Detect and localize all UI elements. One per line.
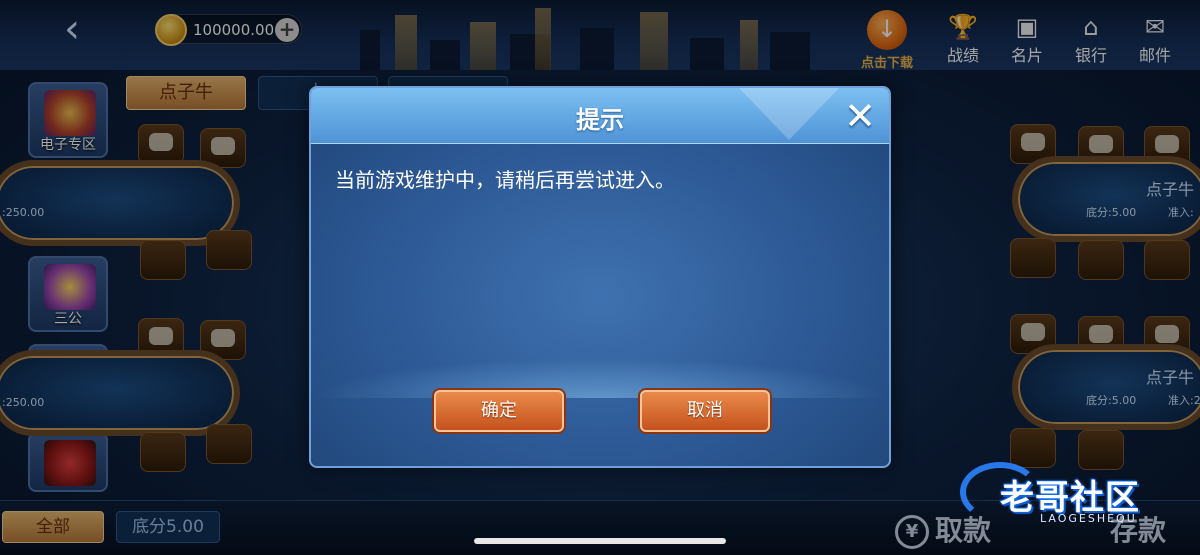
notice-dialog: 提示 ✕ 当前游戏维护中，请稍后再尝试进入。 确定 取消 bbox=[309, 86, 891, 468]
dialog-title: 提示 bbox=[576, 106, 624, 134]
cancel-button[interactable]: 取消 bbox=[640, 390, 770, 432]
close-icon[interactable]: ✕ bbox=[843, 97, 877, 135]
dialog-header: 提示 ✕ bbox=[311, 88, 889, 144]
watermark-logo: 老哥社区 LAOGESHEQU bbox=[960, 462, 1188, 532]
home-indicator[interactable] bbox=[474, 538, 726, 544]
dialog-glow bbox=[311, 358, 889, 398]
confirm-button[interactable]: 确定 bbox=[434, 390, 564, 432]
dialog-message: 当前游戏维护中，请稍后再尝试进入。 bbox=[335, 168, 675, 192]
watermark-subtitle: LAOGESHEQU bbox=[1040, 512, 1137, 525]
